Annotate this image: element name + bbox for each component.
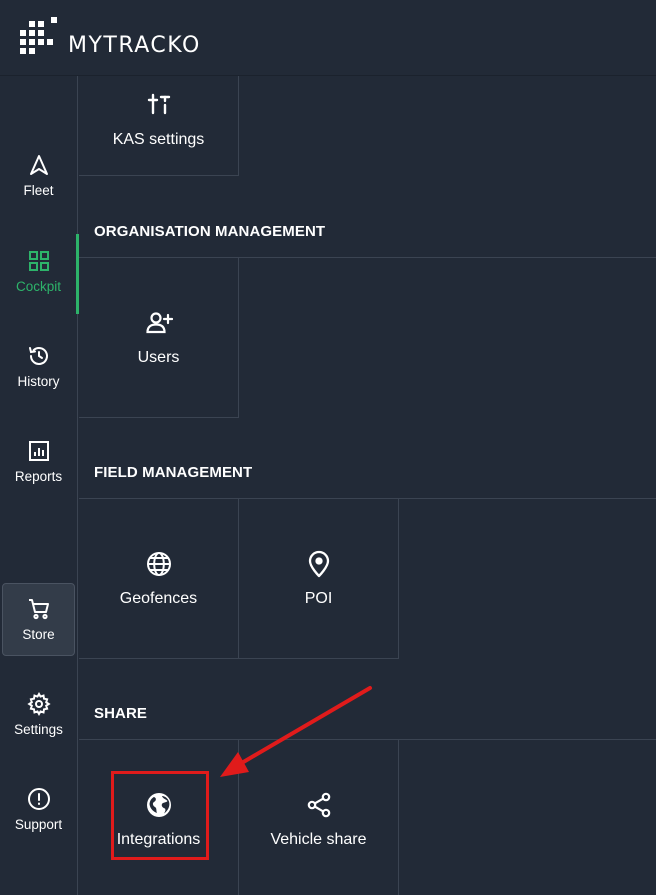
sidebar-item-label: Cockpit: [15, 278, 61, 294]
add-user-icon: [145, 311, 173, 333]
alert-circle-icon: [27, 787, 50, 810]
tile-users[interactable]: Users: [79, 258, 239, 418]
history-icon: [28, 346, 48, 365]
sidebar-item-store[interactable]: Store: [2, 583, 75, 656]
sidebar-item-label: Fleet: [23, 182, 54, 198]
grid-icon: [28, 250, 49, 271]
sidebar-item-label: Reports: [14, 468, 63, 484]
tile-label: Integrations: [116, 830, 201, 848]
section-title-organisation: ORGANISATION MANAGEMENT: [94, 223, 326, 240]
cockpit-content: KAS settings ORGANISATION MANAGEMENT Use…: [79, 16, 656, 895]
globe-icon: [146, 551, 171, 576]
tile-geofences[interactable]: Geofences: [79, 499, 239, 659]
tile-label: KAS settings: [112, 130, 205, 148]
brand-name: MYTRACKO: [68, 33, 201, 58]
tile-integrations[interactable]: Integrations: [79, 740, 239, 895]
tile-poi[interactable]: POI: [239, 499, 399, 659]
sidebar: Fleet Cockpit History Reports Store Sett…: [0, 76, 79, 895]
sliders-icon: [147, 93, 170, 114]
earth-icon: [146, 792, 171, 817]
sidebar-item-support[interactable]: Support: [0, 772, 77, 846]
tile-vehicle-share[interactable]: Vehicle share: [239, 740, 399, 895]
share-icon: [307, 792, 330, 817]
chart-icon: [28, 440, 49, 461]
tile-label: Geofences: [119, 589, 198, 607]
sidebar-item-label: Store: [22, 627, 55, 642]
tile-label: Vehicle share: [270, 830, 367, 848]
sidebar-item-cockpit[interactable]: Cockpit: [0, 234, 79, 314]
app-header: MYTRACKO: [0, 0, 656, 76]
sidebar-item-reports[interactable]: Reports: [0, 424, 77, 498]
gear-icon: [26, 691, 51, 716]
sidebar-item-history[interactable]: History: [0, 329, 77, 403]
sidebar-item-label: Support: [14, 816, 63, 832]
section-title-field-management: FIELD MANAGEMENT: [94, 464, 253, 481]
sidebar-item-settings[interactable]: Settings: [0, 677, 77, 751]
section-title-share: SHARE: [94, 705, 148, 722]
sidebar-item-label: History: [17, 373, 60, 389]
tile-label: Users: [137, 348, 180, 366]
sidebar-item-fleet[interactable]: Fleet: [0, 138, 77, 212]
sidebar-item-label: Settings: [14, 721, 63, 737]
navigation-arrow-icon: [29, 154, 48, 175]
logo-icon: [20, 17, 57, 54]
tile-label: POI: [304, 589, 333, 607]
map-pin-icon: [308, 550, 329, 577]
cart-icon: [28, 599, 49, 620]
